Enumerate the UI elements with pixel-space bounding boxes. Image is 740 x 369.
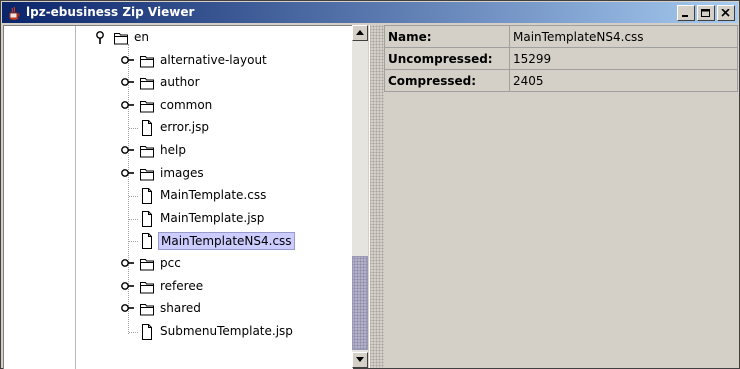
tree-node-6[interactable]: MainTemplate.css xyxy=(4,185,353,207)
folder-icon xyxy=(139,98,155,114)
tree-collapsed-handle-icon[interactable] xyxy=(121,167,135,182)
scroll-thumb[interactable] xyxy=(352,256,368,350)
tree-node-5[interactable]: images xyxy=(4,163,353,185)
tree-node-1[interactable]: author xyxy=(4,72,353,94)
tree-node-label: error.jsp xyxy=(160,120,209,135)
properties-table: Name: MainTemplateNS4.css Uncompressed: 152… xyxy=(384,25,738,92)
arrow-up-icon xyxy=(356,30,364,35)
folder-icon xyxy=(139,166,155,182)
minimize-icon xyxy=(682,15,688,17)
scroll-down-button[interactable] xyxy=(352,352,368,368)
folder-icon xyxy=(113,30,129,46)
properties-panel: Name: MainTemplateNS4.css Uncompressed: 152… xyxy=(384,25,739,368)
file-icon xyxy=(139,210,155,227)
maximize-button[interactable] xyxy=(697,5,715,21)
tree-node-label: MainTemplate.jsp xyxy=(160,210,265,225)
tree-collapsed-handle-icon[interactable] xyxy=(121,302,135,317)
tree-node-7[interactable]: MainTemplate.jsp xyxy=(4,208,353,230)
folder-icon xyxy=(139,279,155,295)
file-icon xyxy=(139,120,155,137)
tree-node-label: referee xyxy=(160,278,204,293)
close-icon xyxy=(721,9,730,17)
tree-node-2[interactable]: common xyxy=(4,95,353,117)
tree-node-10[interactable]: referee xyxy=(4,276,353,298)
title-bar[interactable]: lpz-ebusiness Zip Viewer xyxy=(2,2,738,23)
property-row: Uncompressed: 15299 xyxy=(384,47,738,70)
tree-node-label: SubmenuTemplate.jsp xyxy=(160,323,293,338)
tree-node-label: images xyxy=(160,165,204,180)
tree-collapsed-handle-icon[interactable] xyxy=(121,257,135,272)
folder-icon xyxy=(139,256,155,272)
tree-collapsed-handle-icon[interactable] xyxy=(121,54,135,69)
folder-icon xyxy=(139,75,155,91)
tree-node-label: MainTemplateNS4.css xyxy=(158,232,295,251)
property-row: Name: MainTemplateNS4.css xyxy=(384,25,738,48)
tree-node-en[interactable]: en xyxy=(4,27,353,49)
java-app-icon xyxy=(6,5,22,21)
tree-node-label: author xyxy=(160,75,200,90)
tree-node-label: pcc xyxy=(160,256,181,270)
tree-collapsed-handle-icon[interactable] xyxy=(121,76,135,91)
tree-node-label: shared xyxy=(160,301,201,316)
folder-icon xyxy=(139,301,155,317)
tree-expanded-handle-icon[interactable] xyxy=(94,31,106,48)
tree-node-label: alternative-layout xyxy=(160,52,267,67)
tree-node-12[interactable]: SubmenuTemplate.jsp xyxy=(4,321,353,343)
tree-node-8[interactable]: MainTemplateNS4.css xyxy=(4,230,353,252)
tree-node-3[interactable]: error.jsp xyxy=(4,117,353,139)
window-title: lpz-ebusiness Zip Viewer xyxy=(26,5,195,19)
property-value[interactable]: MainTemplateNS4.css xyxy=(509,25,738,48)
minimize-button[interactable] xyxy=(677,5,695,21)
property-name: Uncompressed: xyxy=(384,47,510,70)
tree-node-9[interactable]: pcc xyxy=(4,253,353,275)
tree-node-label: common xyxy=(160,97,213,112)
arrow-down-icon xyxy=(356,357,364,362)
property-value[interactable]: 2405 xyxy=(509,69,738,92)
property-value[interactable]: 15299 xyxy=(509,47,738,70)
tree-node-label: help xyxy=(160,143,186,157)
tree-scrollbar[interactable] xyxy=(352,25,368,368)
split-pane-divider[interactable] xyxy=(369,25,384,368)
tree-node-label: MainTemplate.css xyxy=(160,188,267,203)
property-name: Name: xyxy=(384,25,510,48)
tree-node-11[interactable]: shared xyxy=(4,298,353,320)
property-name: Compressed: xyxy=(384,69,510,92)
file-icon xyxy=(139,323,155,340)
file-icon xyxy=(139,233,155,250)
close-button[interactable] xyxy=(717,5,735,21)
folder-icon xyxy=(139,53,155,69)
tree-node-0[interactable]: alternative-layout xyxy=(4,50,353,72)
maximize-icon xyxy=(701,9,710,17)
folder-icon xyxy=(139,143,155,159)
property-row: Compressed: 2405 xyxy=(384,69,738,92)
tree-node-label: en xyxy=(134,30,149,44)
file-tree[interactable]: en alternative-layout author common error.js… xyxy=(3,25,353,369)
tree-collapsed-handle-icon[interactable] xyxy=(121,144,135,159)
scroll-up-button[interactable] xyxy=(352,25,368,41)
file-icon xyxy=(139,188,155,205)
tree-node-4[interactable]: help xyxy=(4,140,353,162)
zip-viewer-window: lpz-ebusiness Zip Viewer en alternative-l… xyxy=(0,0,740,369)
tree-collapsed-handle-icon[interactable] xyxy=(121,99,135,114)
window-controls xyxy=(675,5,735,21)
tree-collapsed-handle-icon[interactable] xyxy=(121,280,135,295)
